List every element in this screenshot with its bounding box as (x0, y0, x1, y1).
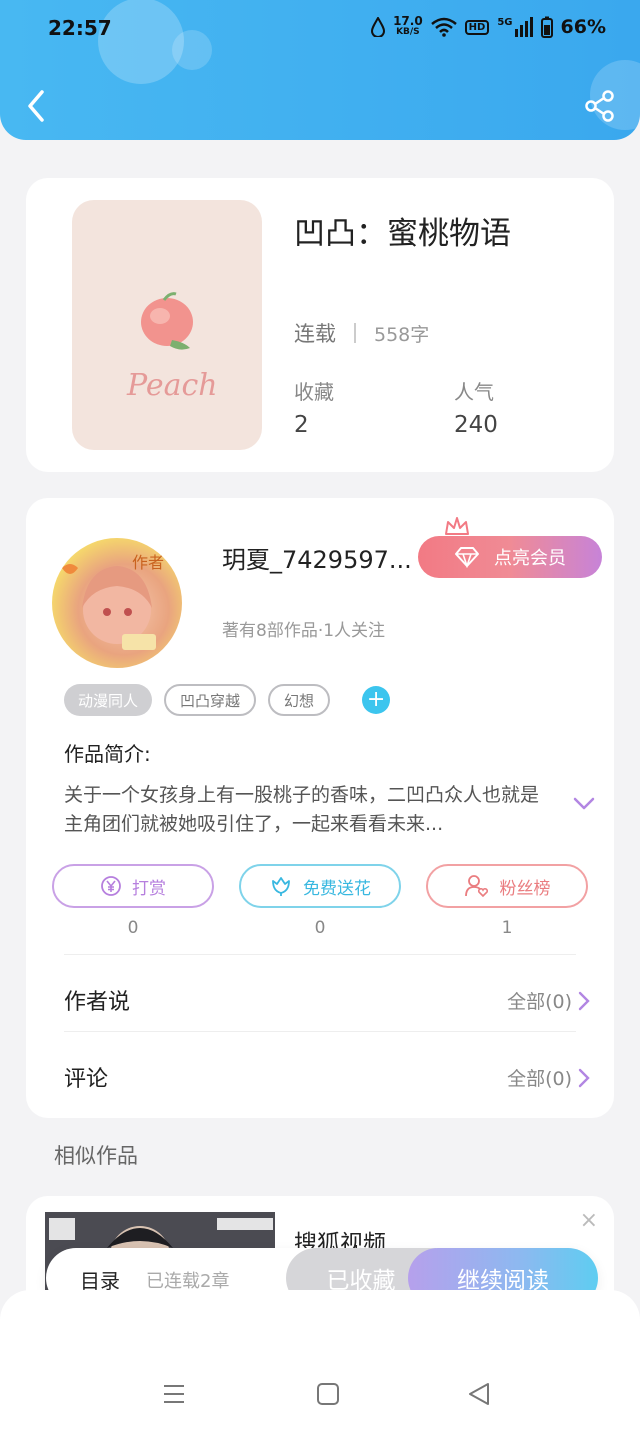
status-icons: 17.0 KB/S HD 5G 66% (371, 14, 606, 38)
signal-icon: 5G (497, 17, 533, 37)
net-speed-value: 17.0 (393, 14, 423, 28)
popularity-value: 240 (454, 412, 498, 438)
intro-text: 关于一个女孩身上有一股桃子的香味，二凹凸众人也就是主角团们就被她吸引住了，一起来… (64, 784, 540, 835)
tip-count: 0 (127, 918, 139, 938)
author-name[interactable]: 玥夏_7429597... (222, 540, 418, 575)
yen-coin-icon (101, 876, 121, 896)
book-status-line: 连载 558字 (294, 318, 429, 348)
status-bar: 22:57 17.0 KB/S HD 5G 66% (0, 14, 640, 44)
tag-item[interactable]: 幻想 (268, 684, 331, 716)
author-notes-count: 全部(0) (507, 991, 572, 1013)
author-notes-link[interactable]: 全部(0) (507, 987, 590, 1014)
net-speed: 17.0 KB/S (393, 14, 423, 38)
share-icon[interactable] (582, 88, 618, 124)
author-notes-label: 作者说 (64, 990, 131, 1015)
fan-ranking-button[interactable]: 粉丝榜 (426, 864, 588, 908)
wifi-icon (430, 17, 457, 37)
avatar-illustration: 作者 (62, 553, 164, 650)
close-icon[interactable]: × (580, 1208, 598, 1233)
author-badge: 作者 (132, 553, 164, 572)
menu-icon[interactable] (160, 1382, 188, 1406)
intro-label: 作品简介: (64, 742, 151, 766)
tag-list: 动漫同人 凹凸穿越 幻想 + (64, 684, 391, 716)
vip-button[interactable]: 点亮会员 (418, 536, 602, 578)
tip-button[interactable]: 打赏 (52, 864, 214, 908)
home-icon[interactable] (314, 1382, 342, 1406)
chevron-down-icon[interactable] (572, 796, 596, 812)
net-type: 5G (497, 17, 513, 28)
water-drop-icon (371, 17, 386, 37)
book-cover[interactable]: Peach (72, 200, 262, 450)
send-flower-button[interactable]: 免费送花 (239, 864, 401, 908)
cover-text: Peach (126, 368, 218, 403)
diamond-icon (455, 547, 479, 568)
book-word-count: 558字 (374, 323, 430, 346)
book-status: 连载 (294, 322, 336, 346)
similar-works-title: 相似作品 (54, 1144, 138, 1168)
system-nav-bar (0, 1290, 640, 1433)
comments-link[interactable]: 全部(0) (507, 1064, 590, 1091)
comments-label: 评论 (64, 1067, 109, 1092)
fan-ranking-label: 粉丝榜 (499, 878, 551, 899)
back-nav-icon[interactable] (466, 1382, 494, 1406)
book-detail-card: 作者 玥夏_7429597... 点亮会员 著有8部作品·1人关注 动漫同人 凹… (26, 498, 614, 1118)
fan-count: 1 (501, 918, 513, 938)
user-heart-icon (464, 875, 488, 898)
tag-item[interactable]: 动漫同人 (64, 684, 153, 716)
status-time: 22:57 (48, 16, 112, 40)
favorites-value: 2 (294, 412, 309, 438)
crown-icon (445, 517, 469, 535)
send-flower-label: 免费送花 (303, 878, 371, 899)
tip-label: 打赏 (132, 878, 166, 899)
peach-icon: Peach (126, 292, 218, 403)
flower-icon (272, 877, 290, 896)
vip-label: 点亮会员 (494, 548, 566, 569)
divider (354, 323, 356, 343)
battery-icon (540, 16, 553, 38)
back-button[interactable] (20, 86, 52, 126)
divider (64, 954, 576, 955)
tag-item[interactable]: 凹凸穿越 (164, 684, 257, 716)
favorites-label: 收藏 (294, 380, 334, 404)
battery-percent: 66% (560, 16, 606, 38)
header: 22:57 17.0 KB/S HD 5G 66% (0, 0, 640, 140)
author-meta: 著有8部作品·1人关注 (222, 621, 386, 641)
comments-count: 全部(0) (507, 1068, 572, 1090)
book-info-card: Peach 凹凸：蜜桃物语 连载 558字 收藏 2 人气 240 (26, 178, 614, 472)
divider (64, 1031, 576, 1032)
chevron-right-icon (578, 1068, 590, 1087)
add-tag-button[interactable]: + (362, 686, 391, 714)
book-title: 凹凸：蜜桃物语 (294, 216, 511, 252)
chevron-right-icon (578, 991, 590, 1010)
hd-icon: HD (464, 19, 490, 35)
net-speed-unit: KB/S (396, 27, 420, 37)
author-avatar[interactable]: 作者 (52, 538, 182, 668)
flower-count: 0 (314, 918, 326, 938)
popularity-label: 人气 (454, 380, 494, 404)
